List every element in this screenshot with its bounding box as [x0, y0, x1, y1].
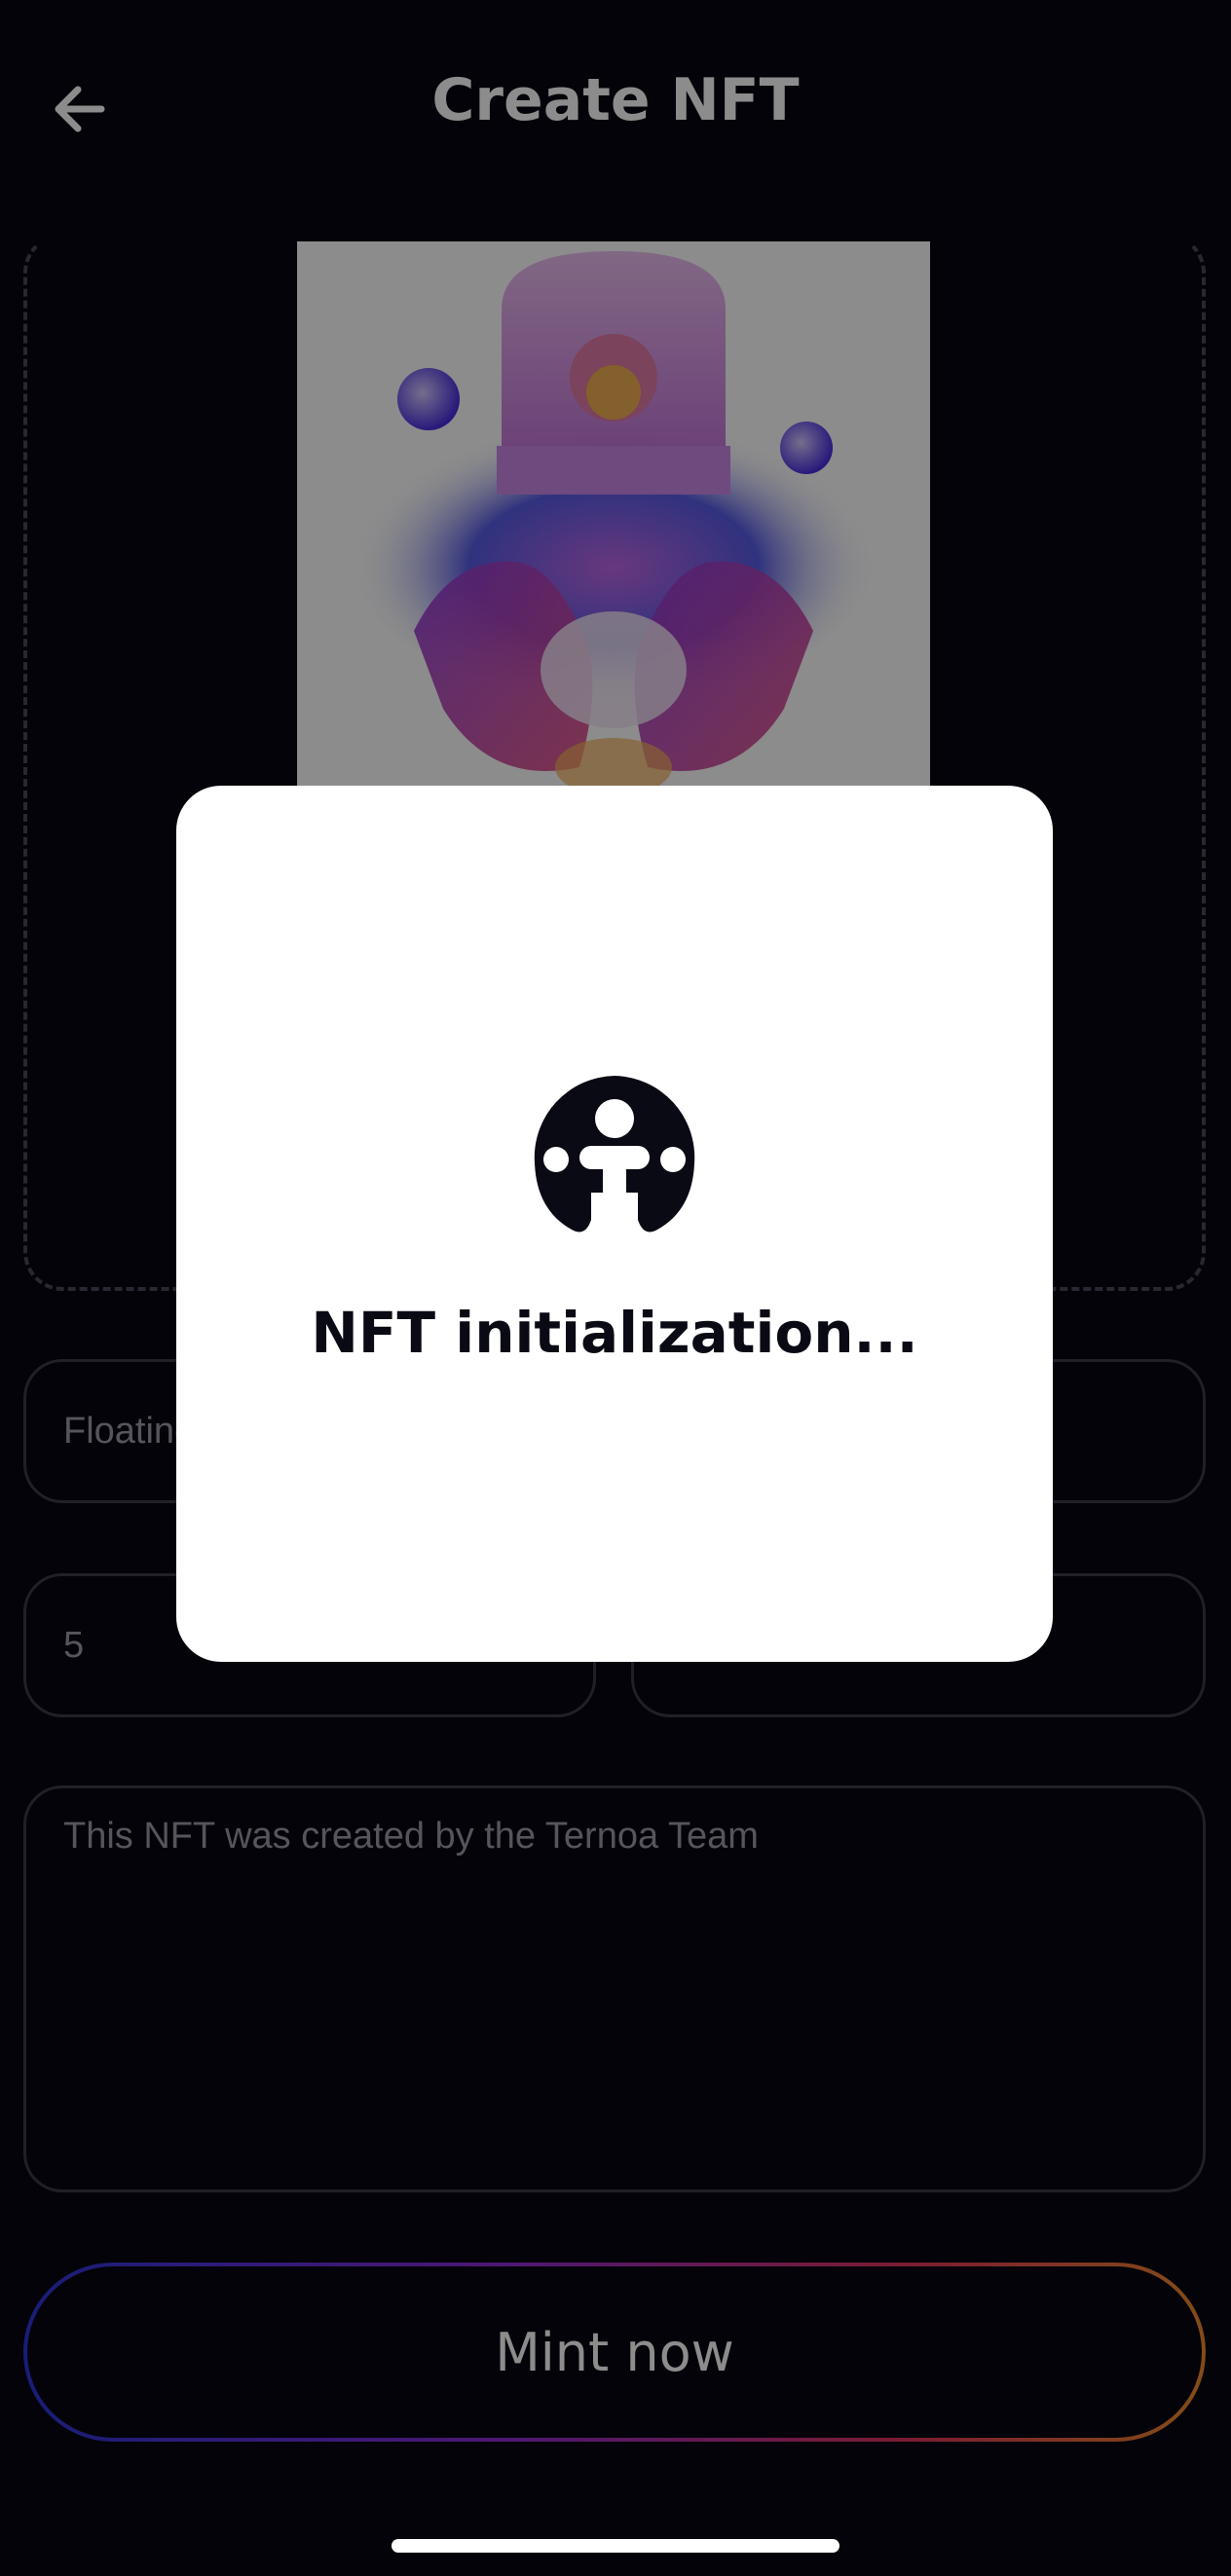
ternoa-logo-icon	[531, 1074, 698, 1241]
loading-modal: NFT initialization...	[176, 786, 1053, 1662]
modal-message: NFT initialization...	[311, 1300, 918, 1366]
home-indicator	[392, 2539, 839, 2553]
create-nft-screen: Create NFT Floating 5 This NFT was creat…	[0, 0, 1231, 2576]
